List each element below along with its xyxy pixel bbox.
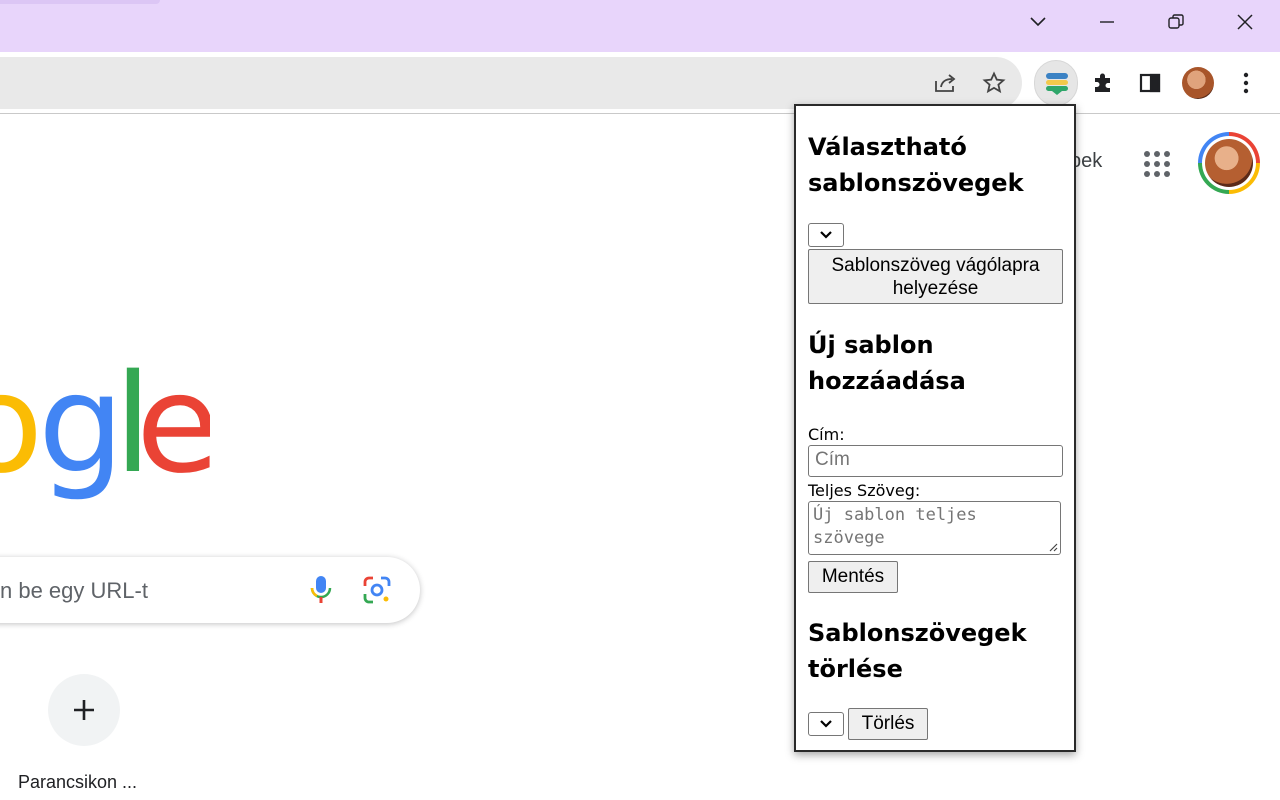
chevron-down-icon [1030,17,1046,27]
full-text-textarea[interactable]: Új sablon teljes szövege [808,501,1061,555]
restore-icon [1168,14,1184,29]
tab-edge [0,0,160,4]
full-text-placeholder: Új sablon teljes szövege [813,505,977,548]
star-icon[interactable] [981,70,1007,96]
plus-icon [74,700,94,720]
add-shortcut-button[interactable] [48,674,120,746]
delete-button[interactable]: Törlés [848,708,928,740]
logo-letter-e: e [136,355,210,504]
browser-toolbar [0,52,1280,114]
account-photo [1205,139,1253,187]
extension-button-active[interactable] [1034,60,1078,106]
google-logo: o g l e [0,355,210,505]
chevron-down-icon [820,720,832,728]
extension-stack-icon [1046,73,1068,95]
close-window-button[interactable] [1213,0,1277,44]
copy-to-clipboard-button[interactable]: Sablonszöveg vágólapra helyezése [808,249,1063,304]
puzzle-icon[interactable] [1085,65,1121,101]
logo-letter-g: g [38,355,125,504]
more-menu-icon[interactable] [1228,65,1264,101]
delete-template-select[interactable] [808,712,844,736]
logo-letter-o: o [0,355,44,504]
minimize-button[interactable] [1075,0,1139,44]
search-placeholder: n be egy URL-t [0,578,148,603]
share-icon[interactable] [933,70,959,96]
title-input[interactable]: Cím [808,445,1063,477]
chevron-down-icon [820,231,832,239]
profile-avatar[interactable] [1180,65,1216,101]
close-icon [1237,14,1253,30]
title-bar [0,0,1280,52]
minimize-icon [1100,21,1114,23]
title-label: Cím: [808,425,845,444]
save-button[interactable]: Mentés [808,561,898,593]
template-select[interactable] [808,223,844,247]
profile-photo [1182,67,1214,99]
resize-grip-icon[interactable] [1048,542,1058,552]
delete-templates-heading: Sablonszövegek törlése [808,619,1027,683]
full-text-label: Teljes Szöveg: [808,481,921,500]
address-bar[interactable] [0,57,1022,109]
add-template-heading: Új sablon hozzáadása [808,331,966,395]
account-avatar[interactable] [1198,132,1260,194]
microphone-icon[interactable] [308,575,334,605]
search-box[interactable]: n be egy URL-t [0,557,420,623]
extension-popup: Választható sablonszövegek Sablonszöveg … [794,104,1076,752]
side-panel-icon[interactable] [1132,65,1168,101]
shortcut-label: Parancsikon ... [18,772,138,792]
google-lens-icon[interactable] [362,575,392,605]
google-apps-icon[interactable] [1144,151,1170,177]
tab-search-button[interactable] [1006,0,1070,44]
restore-button[interactable] [1144,0,1208,44]
available-templates-heading: Választható sablonszövegek [808,133,1024,197]
